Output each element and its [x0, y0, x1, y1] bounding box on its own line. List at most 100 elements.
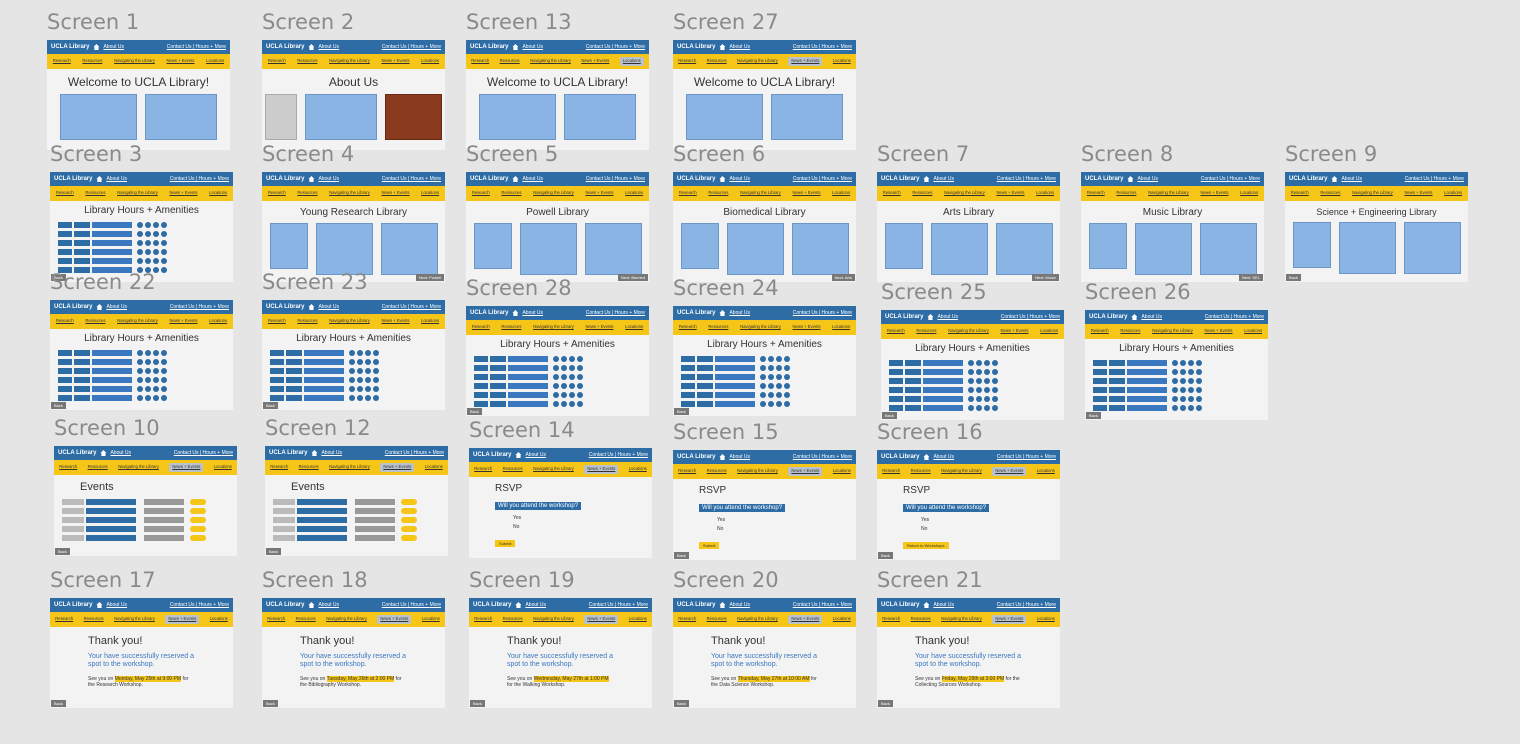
- option-no[interactable]: No: [921, 526, 1034, 532]
- nav-resources[interactable]: Resources: [1320, 191, 1340, 195]
- home-icon[interactable]: [515, 602, 522, 608]
- nav-news[interactable]: News + Events: [992, 615, 1027, 624]
- home-icon[interactable]: [719, 44, 726, 50]
- home-icon[interactable]: [515, 452, 522, 458]
- about-link[interactable]: About Us: [106, 176, 127, 182]
- nav-news[interactable]: News + Events: [788, 467, 823, 476]
- table-row[interactable]: [270, 366, 437, 375]
- contact-link[interactable]: Contact Us | Hours + More: [382, 602, 441, 608]
- contact-link[interactable]: Contact Us | Hours + More: [586, 176, 645, 182]
- about-link[interactable]: About Us: [525, 602, 546, 608]
- about-link[interactable]: About Us: [525, 452, 546, 458]
- nav-navigating[interactable]: Navigating the Library: [329, 465, 370, 469]
- table-row[interactable]: [58, 220, 225, 229]
- nav-resources[interactable]: Resources: [911, 469, 931, 473]
- contact-link[interactable]: Contact Us | Hours + More: [793, 44, 852, 50]
- back-button[interactable]: Back: [51, 402, 66, 409]
- table-row[interactable]: [681, 363, 848, 372]
- screen-8-frame[interactable]: Screen 8 UCLA Library About Us Contact Us …: [1081, 142, 1264, 282]
- side-menu[interactable]: [265, 94, 297, 140]
- list-item[interactable]: [62, 506, 229, 515]
- home-icon[interactable]: [927, 314, 934, 320]
- nav-navigating[interactable]: Navigating the Library: [329, 191, 370, 195]
- about-link[interactable]: About Us: [522, 176, 543, 182]
- nav-news[interactable]: News + Events: [581, 59, 609, 63]
- nav-navigating[interactable]: Navigating the Library: [533, 191, 574, 195]
- nav-resources[interactable]: Resources: [707, 469, 727, 473]
- home-icon[interactable]: [923, 454, 930, 460]
- table-row[interactable]: [889, 403, 1056, 412]
- table-row[interactable]: [889, 394, 1056, 403]
- nav-news[interactable]: News + Events: [381, 191, 409, 195]
- back-button[interactable]: Back: [674, 700, 689, 707]
- home-icon[interactable]: [719, 454, 726, 460]
- nav-locations[interactable]: Locations: [1036, 191, 1054, 195]
- nav-news[interactable]: News + Events: [1000, 329, 1028, 333]
- table-row[interactable]: [58, 384, 225, 393]
- nav-news[interactable]: News + Events: [788, 615, 823, 624]
- nav-news[interactable]: News + Events: [992, 467, 1027, 476]
- about-link[interactable]: About Us: [933, 602, 954, 608]
- nav-research[interactable]: Research: [882, 617, 900, 621]
- nav-resources[interactable]: Resources: [503, 617, 523, 621]
- list-item[interactable]: [273, 533, 440, 542]
- nav-locations[interactable]: Locations: [832, 325, 850, 329]
- back-button[interactable]: Back: [55, 548, 70, 555]
- nav-research[interactable]: Research: [268, 319, 286, 323]
- nav-research[interactable]: Research: [267, 617, 285, 621]
- table-row[interactable]: [1093, 385, 1260, 394]
- screen-6-frame[interactable]: Screen 6 UCLA Library About Us Contact Us …: [673, 142, 856, 282]
- nav-research[interactable]: Research: [1091, 329, 1109, 333]
- screen-16-frame[interactable]: Screen 16 UCLA Library About Us Contact Us…: [877, 420, 1060, 560]
- nav-navigating[interactable]: Navigating the Library: [114, 617, 155, 621]
- nav-locations[interactable]: Locations: [629, 617, 647, 621]
- nav-research[interactable]: Research: [56, 319, 74, 323]
- screen-28-frame[interactable]: Screen 28 UCLA Library About Us Contact Us…: [466, 276, 649, 416]
- back-button[interactable]: Back: [263, 402, 278, 409]
- table-row[interactable]: [270, 357, 437, 366]
- next-button[interactable]: Next: SEL: [1238, 274, 1263, 281]
- nav-research[interactable]: Research: [472, 325, 490, 329]
- table-row[interactable]: [58, 393, 225, 402]
- home-icon[interactable]: [96, 602, 103, 608]
- table-row[interactable]: [58, 256, 225, 265]
- about-link[interactable]: About Us: [318, 602, 339, 608]
- home-icon[interactable]: [93, 44, 100, 50]
- nav-research[interactable]: Research: [55, 617, 73, 621]
- back-button[interactable]: Back: [470, 700, 485, 707]
- nav-navigating[interactable]: Navigating the Library: [737, 469, 778, 473]
- screen-17-frame[interactable]: Screen 17 UCLA Library About Us Contact Us…: [50, 568, 233, 708]
- home-icon[interactable]: [100, 450, 107, 456]
- about-link[interactable]: About Us: [318, 304, 339, 310]
- nav-navigating[interactable]: Navigating the Library: [329, 319, 370, 323]
- table-row[interactable]: [1093, 394, 1260, 403]
- contact-link[interactable]: Contact Us | Hours + More: [382, 304, 441, 310]
- home-icon[interactable]: [923, 176, 930, 182]
- list-item[interactable]: [273, 515, 440, 524]
- table-row[interactable]: [681, 390, 848, 399]
- table-row[interactable]: [474, 381, 641, 390]
- nav-resources[interactable]: Resources: [911, 617, 931, 621]
- back-button[interactable]: Back: [266, 548, 281, 555]
- nav-locations[interactable]: Locations: [422, 617, 440, 621]
- about-link[interactable]: About Us: [110, 450, 131, 456]
- nav-resources[interactable]: Resources: [916, 329, 936, 333]
- back-button[interactable]: Back: [1286, 274, 1301, 281]
- home-icon[interactable]: [923, 602, 930, 608]
- nav-research[interactable]: Research: [474, 617, 492, 621]
- back-button[interactable]: Back: [674, 408, 689, 415]
- about-link[interactable]: About Us: [522, 44, 543, 50]
- nav-resources[interactable]: Resources: [1120, 329, 1140, 333]
- nav-resources[interactable]: Resources: [912, 191, 932, 195]
- screen-23-frame[interactable]: Screen 23 UCLA Library About Us Contact Us…: [262, 270, 445, 410]
- nav-navigating[interactable]: Navigating the Library: [941, 469, 982, 473]
- table-row[interactable]: [889, 358, 1056, 367]
- next-button[interactable]: Next: Arts: [831, 274, 855, 281]
- option-yes[interactable]: Yes: [717, 517, 830, 523]
- nav-news[interactable]: News + Events: [584, 465, 619, 474]
- back-button[interactable]: Back: [878, 700, 893, 707]
- contact-link[interactable]: Contact Us | Hours + More: [1001, 314, 1060, 320]
- nav-research[interactable]: Research: [59, 465, 77, 469]
- table-row[interactable]: [270, 384, 437, 393]
- screen-15-frame[interactable]: Screen 15 UCLA Library About Us Contact Us…: [673, 420, 856, 560]
